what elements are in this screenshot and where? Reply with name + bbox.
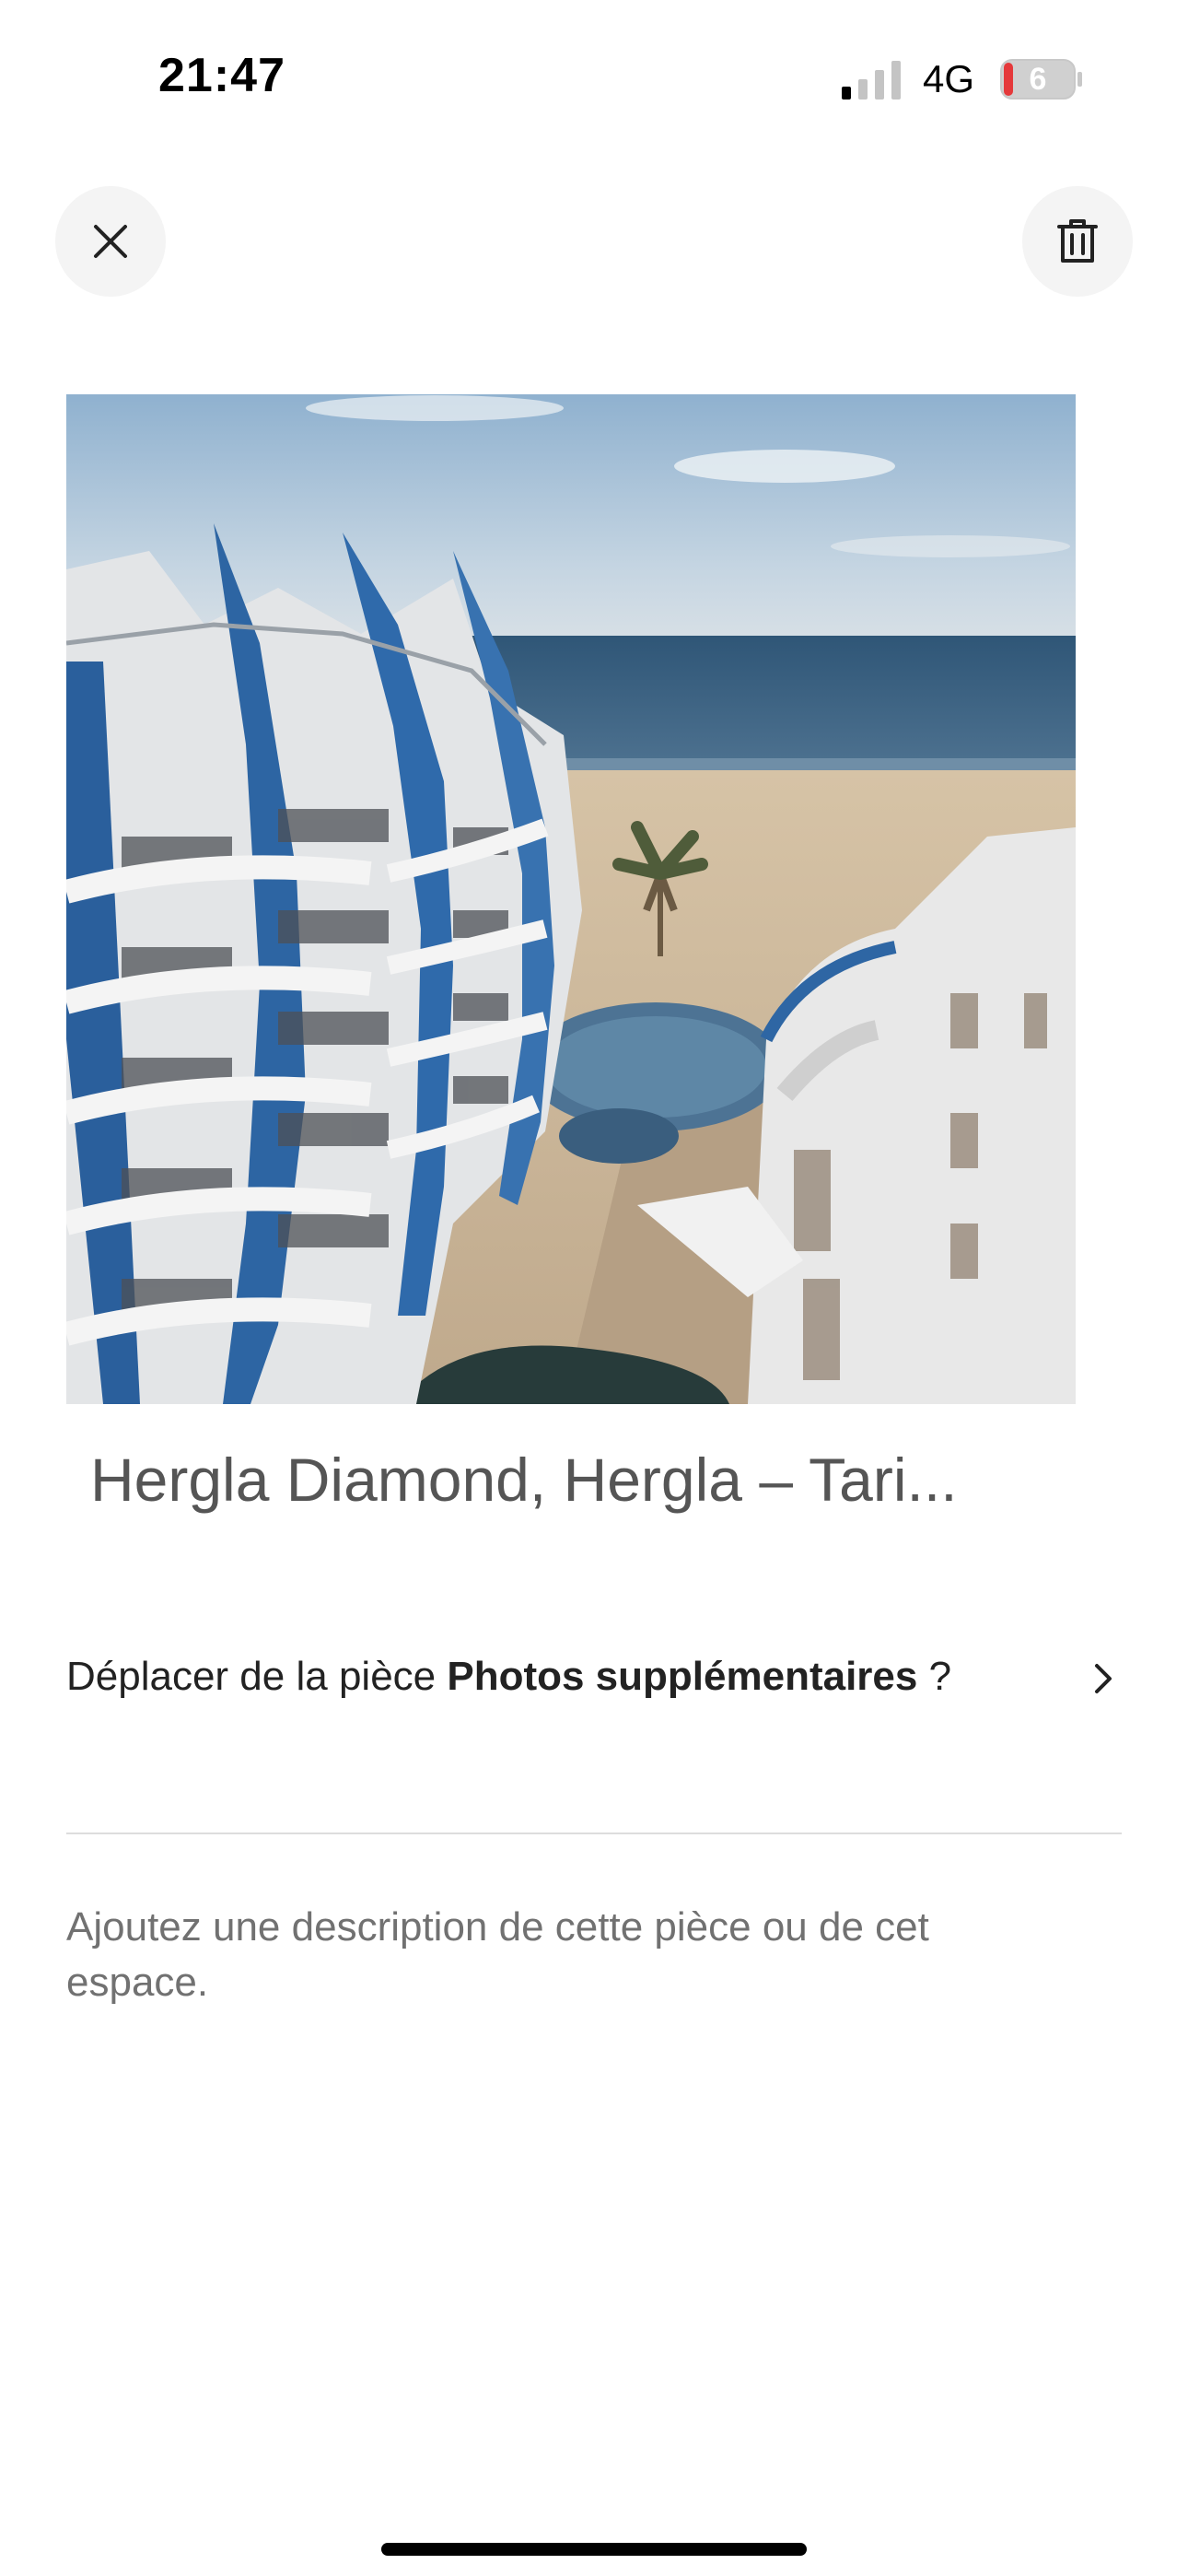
cellular-signal-icon [842, 61, 901, 100]
move-prefix: Déplacer de la pièce [66, 1654, 448, 1699]
close-icon [94, 225, 127, 258]
delete-button[interactable] [1022, 186, 1133, 297]
move-to-room-label: Déplacer de la pièce Photos supplémentai… [66, 1649, 987, 1704]
divider [66, 1832, 1122, 1834]
battery-level: 6 [1029, 62, 1047, 97]
trash-icon [1057, 219, 1098, 263]
close-button[interactable] [55, 186, 166, 297]
current-room-name: Photos supplémentaires [447, 1654, 918, 1699]
move-to-room-row[interactable]: Déplacer de la pièce Photos supplémentai… [66, 1649, 1122, 1778]
network-type: 4G [923, 57, 975, 100]
chevron-right-icon [1095, 1664, 1112, 1693]
photo-caption: Hergla Diamond, Hergla – Tari... [90, 1446, 958, 1514]
room-photo[interactable] [66, 394, 1076, 1404]
status-bar: 21:47 4G 6 [0, 0, 1188, 157]
move-suffix: ? [917, 1654, 952, 1699]
home-indicator[interactable] [381, 2543, 807, 2556]
status-time: 21:47 [158, 49, 285, 102]
battery-icon: 6 [1000, 59, 1083, 100]
description-field[interactable]: Ajoutez une description de cette pièce o… [66, 1900, 1042, 2010]
